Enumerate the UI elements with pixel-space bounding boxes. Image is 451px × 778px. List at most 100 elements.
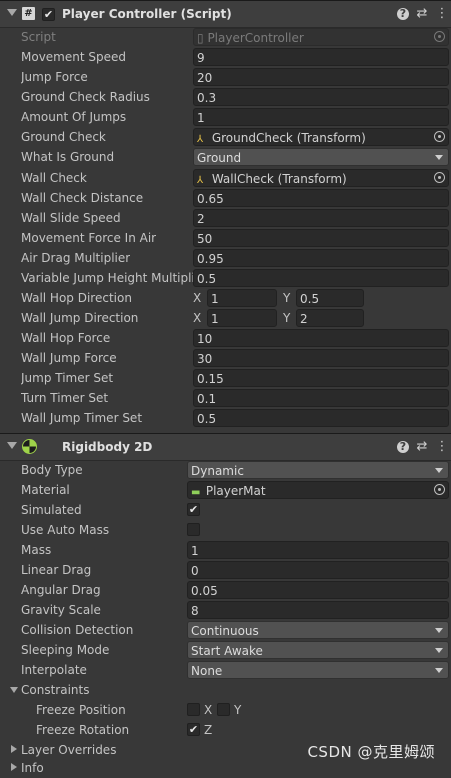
field-label: Turn Timer Set bbox=[21, 391, 109, 405]
wall-hop-direction-x-input[interactable]: 1 bbox=[207, 289, 277, 307]
field-row-wall-jump-timer-set: Wall Jump Timer Set 0.5 bbox=[0, 408, 451, 428]
turn-timer-set-input[interactable]: 0.1 bbox=[193, 389, 449, 407]
presets-icon[interactable]: ⇄ bbox=[414, 6, 430, 22]
wall-jump-force-input[interactable]: 30 bbox=[193, 349, 449, 367]
object-picker-icon[interactable] bbox=[434, 131, 445, 142]
wall-check-object-field[interactable]: ⅄ WallCheck (Transform) bbox=[193, 169, 449, 187]
field-row-movement-force-in-air: Movement Force In Air 50 bbox=[0, 228, 451, 248]
field-row-interpolate: Interpolate None bbox=[0, 660, 451, 680]
chevron-down-icon bbox=[435, 468, 443, 473]
amount-of-jumps-input[interactable]: 1 bbox=[193, 108, 449, 126]
field-label: Script bbox=[21, 30, 56, 44]
help-icon[interactable]: ? bbox=[397, 441, 409, 453]
material-object-field[interactable]: ▬ PlayerMat bbox=[187, 481, 449, 499]
field-row-gravity-scale: Gravity Scale 8 bbox=[0, 600, 451, 620]
freeze-rotation-z-checkbox[interactable]: ✔ bbox=[187, 723, 200, 736]
collapse-arrow-icon[interactable] bbox=[7, 9, 17, 16]
collision-detection-dropdown[interactable]: Continuous bbox=[187, 621, 449, 639]
field-label: Wall Jump Direction bbox=[21, 311, 139, 325]
angular-drag-input[interactable]: 0.05 bbox=[187, 581, 449, 599]
air-drag-multiplier-input[interactable]: 0.95 bbox=[193, 249, 449, 267]
jump-force-input[interactable]: 20 bbox=[193, 68, 449, 86]
field-row-body-type: Body Type Dynamic bbox=[0, 460, 451, 480]
wall-jump-direction-y-input[interactable]: 2 bbox=[296, 309, 364, 327]
x-axis-label[interactable]: X bbox=[193, 311, 201, 325]
field-row-freeze-rotation: Freeze Rotation ✔ Z bbox=[0, 720, 451, 740]
foldout-label: Layer Overrides bbox=[21, 743, 117, 757]
watermark: CSDN @克里姆颂 bbox=[307, 743, 435, 761]
foldout-label: Constraints bbox=[21, 683, 90, 697]
field-label: Gravity Scale bbox=[21, 603, 101, 617]
wall-hop-direction-y-input[interactable]: 0.5 bbox=[296, 289, 364, 307]
dropdown-value: Dynamic bbox=[191, 464, 244, 478]
gravity-scale-input[interactable]: 8 bbox=[187, 601, 449, 619]
field-label: Simulated bbox=[21, 503, 82, 517]
field-row-jump-force: Jump Force 20 bbox=[0, 67, 451, 87]
component-enabled-checkbox[interactable]: ✔ bbox=[42, 8, 55, 21]
wall-check-distance-input[interactable]: 0.65 bbox=[193, 189, 449, 207]
object-picker-icon[interactable] bbox=[434, 172, 445, 183]
transform-icon: ⅄ bbox=[197, 134, 204, 145]
constraints-foldout[interactable]: Constraints bbox=[0, 680, 451, 700]
field-row-wall-slide-speed: Wall Slide Speed 2 bbox=[0, 208, 451, 228]
jump-timer-set-input[interactable]: 0.15 bbox=[193, 369, 449, 387]
chevron-down-icon bbox=[435, 155, 443, 160]
field-label: Angular Drag bbox=[21, 583, 101, 597]
help-icon[interactable]: ? bbox=[397, 8, 409, 20]
movement-speed-input[interactable]: 9 bbox=[193, 48, 449, 66]
field-label: Jump Force bbox=[21, 70, 88, 84]
freeze-position-y-checkbox[interactable] bbox=[217, 703, 230, 716]
linear-drag-input[interactable]: 0 bbox=[187, 561, 449, 579]
movement-force-in-air-input[interactable]: 50 bbox=[193, 229, 449, 247]
player-controller-header[interactable]: # ✔ Player Controller (Script) ? ⇄ ⋮ bbox=[0, 0, 451, 28]
wall-slide-speed-input[interactable]: 2 bbox=[193, 209, 449, 227]
chevron-right-icon[interactable] bbox=[11, 745, 17, 753]
variable-jump-height-multiplier-input[interactable]: 0.5 bbox=[193, 269, 449, 287]
field-label: Freeze Position bbox=[36, 703, 126, 717]
body-type-dropdown[interactable]: Dynamic bbox=[187, 461, 449, 479]
use-auto-mass-checkbox[interactable] bbox=[187, 523, 200, 536]
collapse-arrow-icon[interactable] bbox=[7, 442, 17, 449]
field-row-sleeping-mode: Sleeping Mode Start Awake bbox=[0, 640, 451, 660]
field-row-wall-jump-force: Wall Jump Force 30 bbox=[0, 348, 451, 368]
rigidbody-2d-header[interactable]: Rigidbody 2D ? ⇄ ⋮ bbox=[0, 433, 451, 461]
what-is-ground-dropdown[interactable]: Ground bbox=[193, 148, 449, 166]
y-axis-label[interactable]: Y bbox=[283, 291, 290, 305]
object-picker-icon[interactable] bbox=[434, 484, 445, 495]
wall-hop-force-input[interactable]: 10 bbox=[193, 329, 449, 347]
ground-check-object-field[interactable]: ⅄ GroundCheck (Transform) bbox=[193, 128, 449, 146]
y-axis-label[interactable]: Y bbox=[283, 311, 290, 325]
rigidbody-icon bbox=[22, 439, 37, 454]
more-options-icon[interactable]: ⋮ bbox=[434, 439, 450, 455]
field-label: Material bbox=[21, 483, 70, 497]
field-label: Wall Hop Force bbox=[21, 331, 111, 345]
component-title: Rigidbody 2D bbox=[62, 440, 153, 454]
field-label: Freeze Rotation bbox=[36, 723, 130, 737]
more-options-icon[interactable]: ⋮ bbox=[434, 6, 450, 22]
interpolate-dropdown[interactable]: None bbox=[187, 661, 449, 679]
ground-check-radius-input[interactable]: 0.3 bbox=[193, 88, 449, 106]
wall-jump-timer-set-input[interactable]: 0.5 bbox=[193, 409, 449, 427]
script-file-icon: ▯ bbox=[197, 31, 204, 45]
chevron-down-icon bbox=[435, 628, 443, 633]
simulated-checkbox[interactable]: ✔ bbox=[187, 503, 200, 516]
chevron-down-icon bbox=[435, 668, 443, 673]
presets-icon[interactable]: ⇄ bbox=[414, 439, 430, 455]
field-label: Sleeping Mode bbox=[21, 643, 110, 657]
dropdown-value: Continuous bbox=[191, 624, 259, 638]
field-label: Jump Timer Set bbox=[21, 371, 114, 385]
transform-icon: ⅄ bbox=[197, 175, 204, 186]
field-row-collision-detection: Collision Detection Continuous bbox=[0, 620, 451, 640]
foldout-label: Info bbox=[21, 761, 44, 775]
field-label: Movement Speed bbox=[21, 50, 126, 64]
dropdown-value: Ground bbox=[197, 151, 242, 165]
wall-jump-direction-x-input[interactable]: 1 bbox=[207, 309, 277, 327]
sleeping-mode-dropdown[interactable]: Start Awake bbox=[187, 641, 449, 659]
field-label: What Is Ground bbox=[21, 150, 115, 164]
chevron-down-icon[interactable] bbox=[10, 687, 18, 693]
freeze-position-x-checkbox[interactable] bbox=[187, 703, 200, 716]
x-axis-label[interactable]: X bbox=[193, 291, 201, 305]
x-axis-label: X bbox=[204, 703, 213, 717]
field-label: Wall Check Distance bbox=[21, 191, 144, 205]
mass-input[interactable]: 1 bbox=[187, 541, 449, 559]
